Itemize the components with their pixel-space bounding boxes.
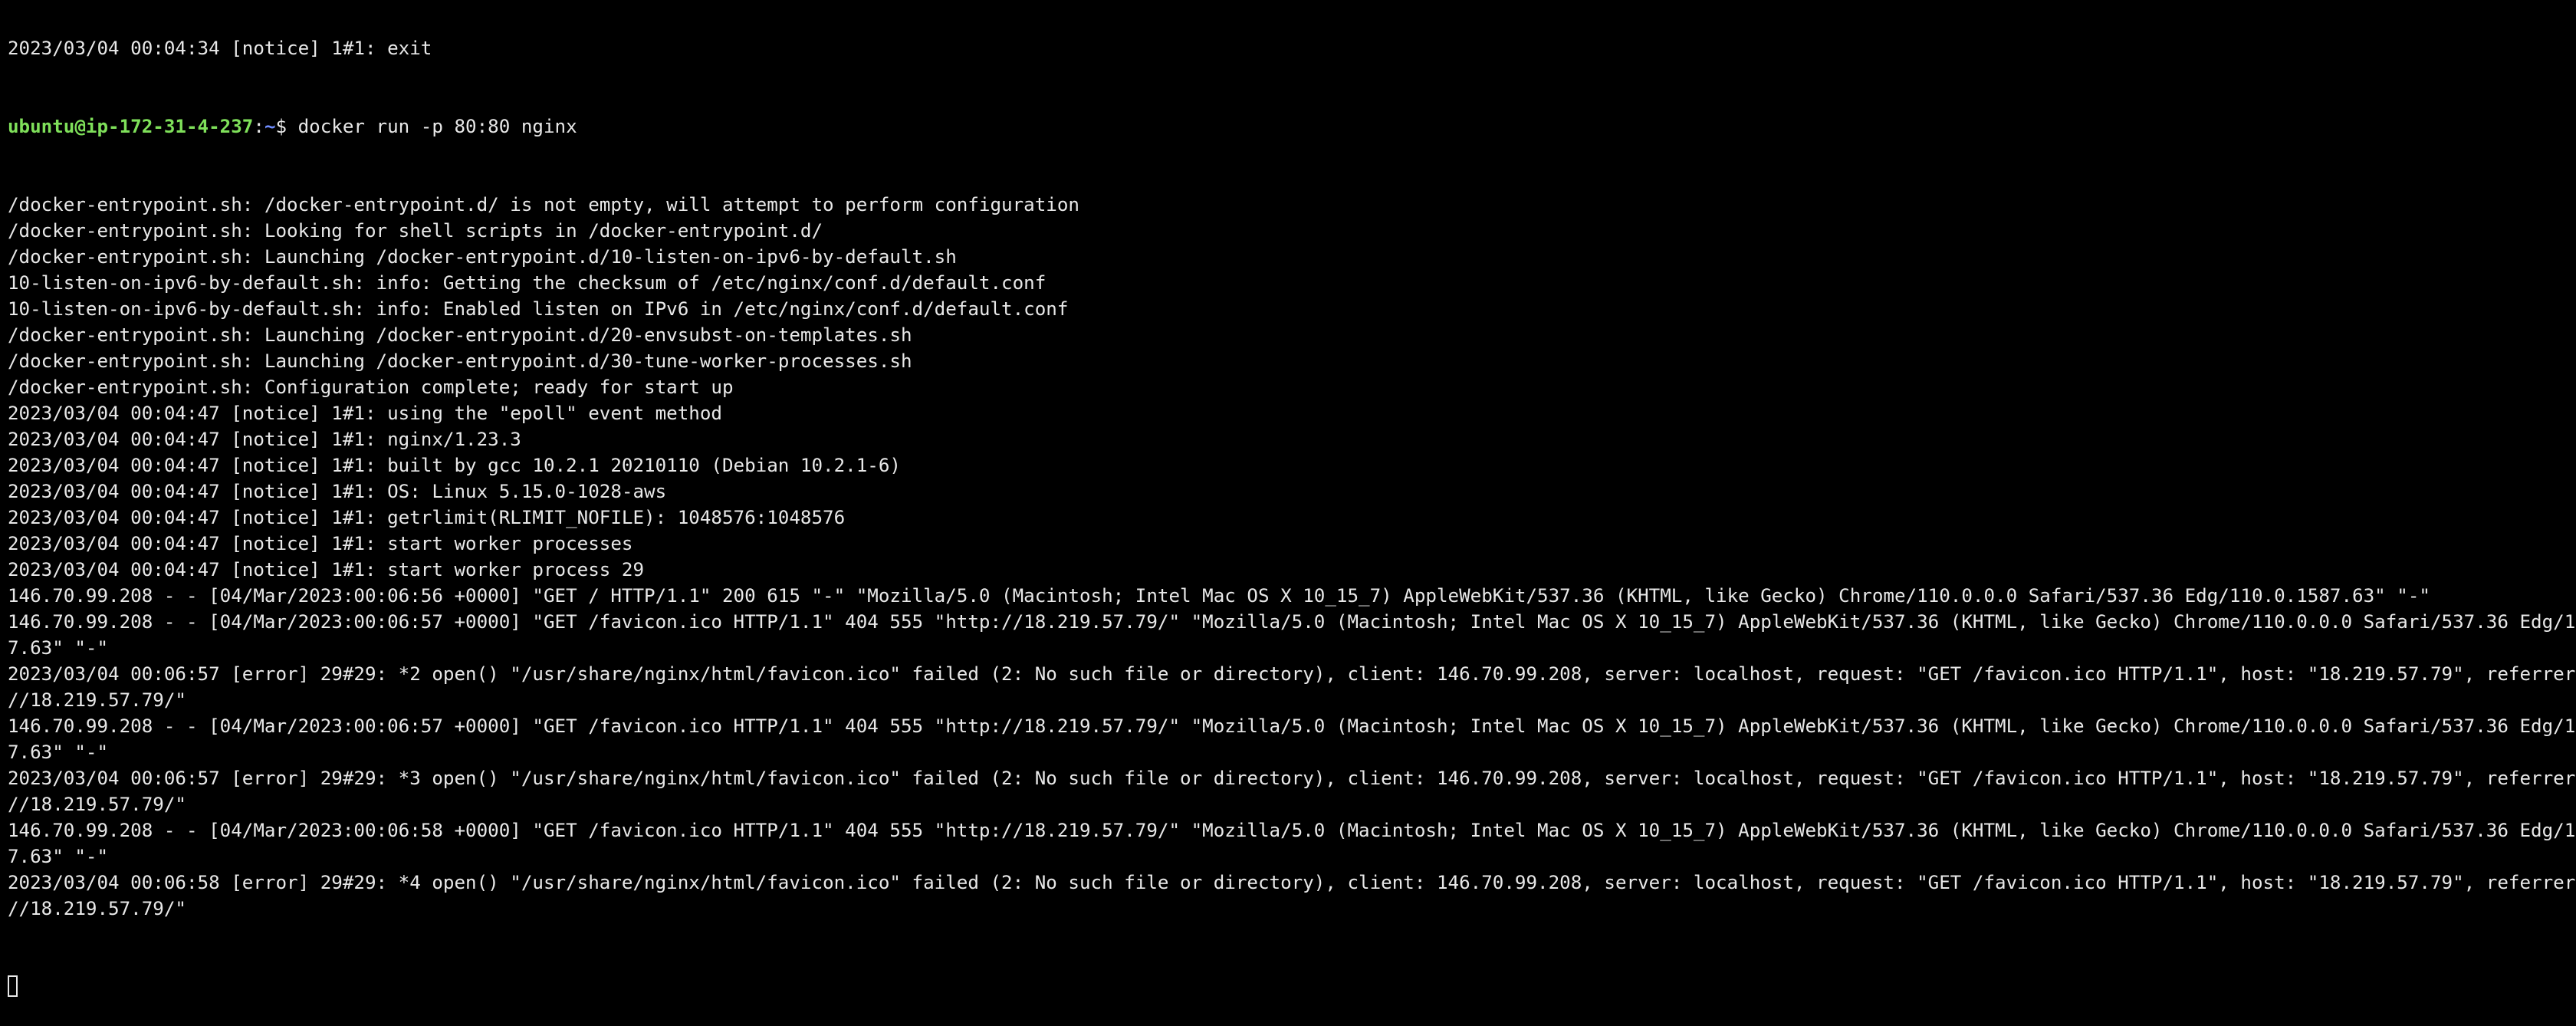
prompt-command: docker run -p 80:80 nginx	[297, 116, 577, 137]
terminal-output-line: 2023/03/04 00:04:47 [notice] 1#1: getrli…	[8, 507, 846, 528]
terminal-output-line: 7.63" "-"	[8, 637, 109, 659]
terminal-output-line: 2023/03/04 00:06:58 [error] 29#29: *4 op…	[8, 872, 2576, 893]
terminal-output-line: /docker-entrypoint.sh: Launching /docker…	[8, 246, 957, 268]
prompt-separator: :	[253, 116, 264, 137]
terminal-output-line: //18.219.57.79/"	[8, 898, 186, 919]
terminal-output-line: 2023/03/04 00:04:47 [notice] 1#1: start …	[8, 559, 645, 580]
prompt-user-host: ubuntu@ip-172-31-4-237	[8, 116, 254, 137]
terminal-output-line: 2023/03/04 00:04:47 [notice] 1#1: start …	[8, 533, 633, 554]
block-cursor-icon[interactable]	[8, 975, 18, 997]
terminal-output-line: 2023/03/04 00:06:57 [error] 29#29: *2 op…	[8, 663, 2576, 685]
prompt-line: ubuntu@ip-172-31-4-237:~$ docker run -p …	[8, 113, 2568, 140]
terminal-output-line: /docker-entrypoint.sh: Launching /docker…	[8, 324, 912, 346]
terminal-window[interactable]: 2023/03/04 00:04:34 [notice] 1#1: exit u…	[8, 0, 2576, 1026]
terminal-output-line: 146.70.99.208 - - [04/Mar/2023:00:06:57 …	[8, 611, 2576, 633]
terminal-output-line: 7.63" "-"	[8, 846, 109, 867]
cursor-line[interactable]	[8, 974, 2568, 1000]
terminal-output-line: //18.219.57.79/"	[8, 794, 186, 815]
terminal-output: /docker-entrypoint.sh: /docker-entrypoin…	[8, 192, 2576, 922]
terminal-output-line: 2023/03/04 00:04:47 [notice] 1#1: built …	[8, 455, 901, 476]
terminal-output-line: 7.63" "-"	[8, 742, 109, 763]
terminal-output-line: /docker-entrypoint.sh: /docker-entrypoin…	[8, 194, 1079, 215]
terminal-output-line: 2023/03/04 00:04:47 [notice] 1#1: nginx/…	[8, 429, 521, 450]
terminal-output-line: /docker-entrypoint.sh: Looking for shell…	[8, 220, 823, 242]
prompt-path: ~	[264, 116, 276, 137]
terminal-output-line: /docker-entrypoint.sh: Configuration com…	[8, 377, 734, 398]
terminal-output-line: 2023/03/04 00:04:47 [notice] 1#1: OS: Li…	[8, 481, 667, 502]
terminal-output-line: 146.70.99.208 - - [04/Mar/2023:00:06:58 …	[8, 820, 2576, 841]
terminal-output-line: 2023/03/04 00:04:47 [notice] 1#1: using …	[8, 403, 722, 424]
terminal-output-line: 146.70.99.208 - - [04/Mar/2023:00:06:56 …	[8, 585, 2430, 607]
terminal-output-line: //18.219.57.79/"	[8, 689, 186, 711]
prompt-symbol: $	[275, 116, 298, 137]
terminal-line-partial: 2023/03/04 00:04:34 [notice] 1#1: exit	[8, 38, 432, 59]
terminal-output-line: 10-listen-on-ipv6-by-default.sh: info: E…	[8, 298, 1069, 320]
terminal-output-line: 2023/03/04 00:06:57 [error] 29#29: *3 op…	[8, 768, 2576, 789]
terminal-output-line: /docker-entrypoint.sh: Launching /docker…	[8, 350, 912, 372]
terminal-output-line: 10-listen-on-ipv6-by-default.sh: info: G…	[8, 272, 1046, 294]
terminal-output-line: 146.70.99.208 - - [04/Mar/2023:00:06:57 …	[8, 715, 2576, 737]
